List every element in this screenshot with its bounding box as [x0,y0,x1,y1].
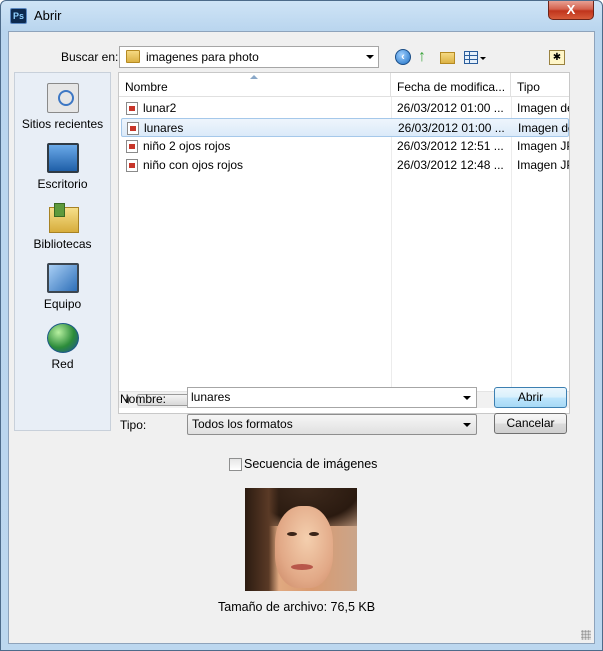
file-list[interactable]: Nombre Fecha de modifica... Tipo lunar2 … [118,72,570,414]
preview-face [275,506,333,588]
jpeg-file-icon [127,122,139,135]
file-type: Imagen de [517,101,569,115]
place-label: Sitios recientes [21,117,104,131]
open-button[interactable]: Abrir [494,387,567,408]
chevron-down-icon[interactable] [463,396,471,400]
place-computer[interactable]: Equipo [15,263,110,311]
view-menu-button[interactable] [464,49,494,67]
network-icon [46,323,79,353]
place-label: Bibliotecas [33,237,92,251]
file-row[interactable]: niño con ojos rojos 26/03/2012 12:48 ...… [121,156,569,175]
place-desktop[interactable]: Escritorio [15,143,110,191]
close-button[interactable]: X [548,1,594,20]
file-name-label: Nombre: [120,392,167,406]
file-date: 26/03/2012 01:00 ... [397,101,504,115]
recent-places-icon [46,83,79,113]
preview-hair-side [245,488,279,591]
cancel-button[interactable]: Cancelar [494,413,567,434]
file-type: Imagen JP [517,139,569,153]
new-folder-icon [440,52,455,64]
file-type-label: Tipo: [120,418,147,432]
file-row[interactable]: niño 2 ojos rojos 26/03/2012 12:51 ... I… [121,137,569,156]
jpeg-file-icon [126,140,138,153]
place-label: Red [51,357,74,371]
place-recent[interactable]: Sitios recientes [15,83,110,131]
back-icon: ‹ [395,49,411,65]
column-header-row: Nombre Fecha de modifica... Tipo [119,73,569,97]
jpeg-file-icon [126,102,138,115]
places-bar: Sitios recientes Escritorio Bibliotecas … [14,72,111,431]
sort-ascending-icon [250,75,258,79]
file-name: niño con ojos rojos [143,158,244,172]
look-in-value: imagenes para photo [146,50,259,64]
view-menu-icon [464,51,478,64]
place-label: Escritorio [37,177,88,191]
chevron-down-icon [480,57,486,60]
file-name: lunar2 [143,101,177,115]
up-folder-icon: ↑ [418,48,426,65]
title-bar[interactable]: Ps Abrir X [1,1,602,31]
preview-mouth [291,564,313,570]
place-network[interactable]: Red [15,323,110,371]
file-size-label: Tamaño de archivo: 76,5 KB [218,600,376,614]
place-libraries[interactable]: Bibliotecas [15,203,110,251]
file-type: Imagen JP [517,158,569,172]
file-date: 26/03/2012 01:00 ... [398,121,505,135]
column-header-date[interactable]: Fecha de modifica... [391,73,511,97]
file-date: 26/03/2012 12:51 ... [397,139,504,153]
file-name-input[interactable]: lunares [187,387,477,408]
file-name: lunares [144,121,184,135]
image-sequence-checkbox[interactable] [229,458,242,471]
computer-icon [46,263,79,293]
file-type-value: Todos los formatos [192,417,293,431]
look-in-combo[interactable]: imagenes para photo [119,46,379,68]
chevron-down-icon[interactable] [366,55,374,59]
file-type-select[interactable]: Todos los formatos [187,414,477,435]
place-label: Equipo [43,297,82,311]
image-sequence-label[interactable]: Secuencia de imágenes [244,457,377,471]
file-date: 26/03/2012 12:48 ... [397,158,504,172]
extra-button[interactable]: ✱ [549,50,565,65]
photoshop-icon: Ps [10,8,27,24]
extra-icon: ✱ [552,52,562,63]
up-folder-button[interactable]: ↑ [418,49,436,67]
window-title: Abrir [34,8,62,23]
dialog-body: Buscar en: imagenes para photo ‹ ↑ ✱ Sit… [8,31,595,644]
preview-eye [309,532,319,536]
jpeg-file-icon [126,159,138,172]
file-name-value: lunares [191,390,231,404]
back-button[interactable]: ‹ [395,49,413,67]
column-header-type[interactable]: Tipo [511,73,569,97]
desktop-icon [46,143,79,173]
look-in-label: Buscar en: [61,50,119,64]
file-row[interactable]: lunar2 26/03/2012 01:00 ... Imagen de [121,99,569,118]
file-type: Imagen de [518,121,570,135]
file-name: niño 2 ojos rojos [143,139,231,153]
folder-icon [126,50,140,63]
open-dialog: Ps Abrir X Buscar en: imagenes para phot… [0,0,603,651]
file-row-selected[interactable]: lunares 26/03/2012 01:00 ... Imagen de [121,118,569,137]
resize-grip-icon[interactable] [581,630,591,640]
image-preview [245,488,357,591]
libraries-icon [47,203,79,233]
preview-eye [287,532,297,536]
chevron-down-icon [463,423,471,427]
new-folder-button[interactable] [440,49,458,67]
